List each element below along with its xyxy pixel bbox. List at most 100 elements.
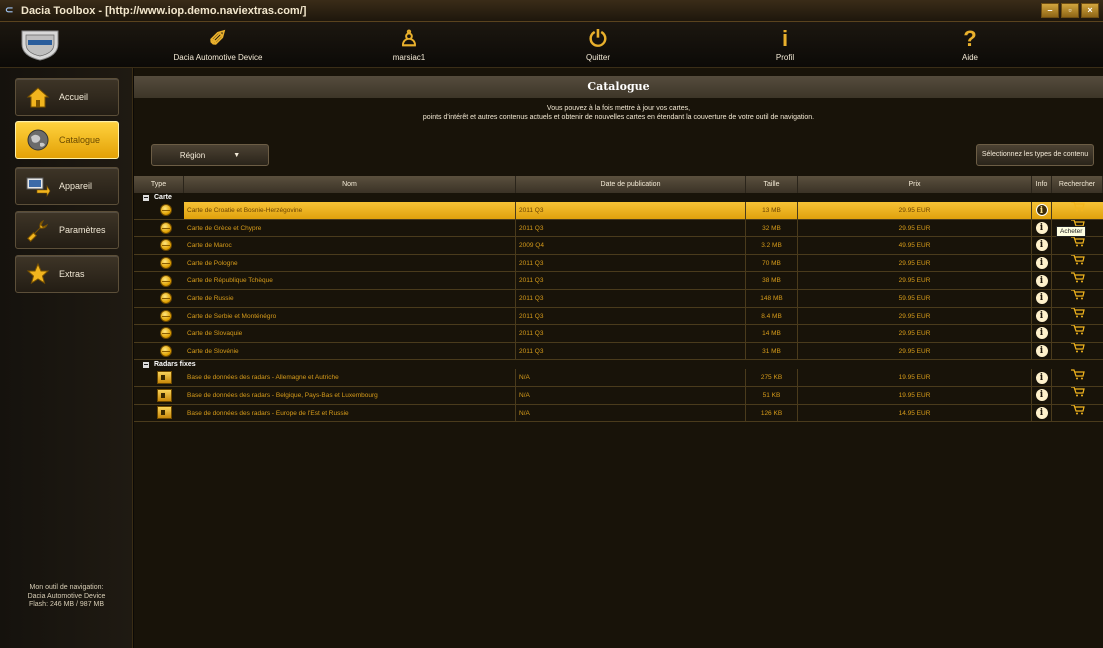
size-cell: 275 KB — [746, 369, 798, 386]
info-icon[interactable]: i — [1035, 292, 1048, 305]
info-icon[interactable]: i — [1035, 371, 1048, 384]
table-row[interactable]: Carte de Croatie et Bosnie-Herzégovine 20… — [134, 202, 1103, 220]
group-label: Carte — [154, 194, 172, 201]
price-cell: 49.95 EUR — [798, 237, 1032, 254]
column-header[interactable]: Prix — [798, 176, 1032, 193]
cart-icon[interactable] — [1070, 325, 1085, 342]
cart-icon[interactable] — [1070, 342, 1085, 360]
info-icon[interactable]: i — [1035, 345, 1048, 358]
window-title: Dacia Toolbox - [http://www.iop.demo.nav… — [21, 4, 307, 17]
info-icon[interactable]: i — [1035, 389, 1048, 402]
catalogue-table: Type Nom Date de publication Taille Prix… — [134, 176, 1103, 423]
table-row[interactable]: Carte de Russie 2011 Q3 148 MB 59.95 EUR i — [134, 289, 1103, 308]
content-type-button[interactable]: Sélectionnez les types de contenu — [976, 144, 1094, 166]
date-cell: 2011 Q3 — [516, 254, 746, 272]
info-icon[interactable]: i — [1035, 239, 1048, 252]
speed-camera-icon — [157, 406, 172, 420]
device-icon: ✐ — [208, 26, 228, 51]
info-cell: i — [1032, 325, 1052, 342]
sidebar-item-extras[interactable]: Extras — [15, 255, 119, 293]
column-header[interactable]: Type — [134, 176, 184, 193]
date-cell: 2011 Q3 — [516, 307, 746, 325]
cart-cell — [1052, 325, 1103, 342]
sidebar-item-parametres[interactable]: Paramètres — [15, 211, 119, 249]
table-row[interactable]: Carte de République Tchèque 2011 Q3 38 MB 2… — [134, 272, 1103, 290]
table-row[interactable]: Base de données des radars - Belgique, P… — [134, 386, 1103, 405]
maximize-button[interactable]: ▫ — [1061, 3, 1079, 18]
date-cell: N/A — [516, 386, 746, 404]
type-cell — [134, 308, 184, 325]
type-cell — [134, 237, 184, 254]
date-cell: 2011 Q3 — [516, 219, 746, 237]
column-header[interactable]: Rechercher — [1052, 176, 1103, 193]
type-cell — [134, 255, 184, 272]
date-cell: 2011 Q3 — [516, 272, 746, 289]
map-globe-icon — [160, 345, 172, 358]
cart-cell — [1052, 386, 1103, 404]
column-header[interactable]: Taille — [746, 176, 798, 193]
info-icon[interactable]: i — [1035, 204, 1048, 217]
column-header[interactable]: Date de publication — [516, 176, 746, 193]
close-button[interactable]: × — [1081, 3, 1099, 18]
type-cell — [134, 343, 184, 360]
map-globe-icon — [160, 204, 172, 217]
price-cell: 29.95 EUR — [798, 307, 1032, 325]
cart-cell — [1052, 404, 1103, 422]
price-cell: 29.95 EUR — [798, 325, 1032, 342]
column-header[interactable]: Info — [1032, 176, 1052, 193]
date-cell: 2011 Q3 — [516, 342, 746, 360]
minimize-button[interactable]: – — [1041, 3, 1059, 18]
cart-icon[interactable] — [1070, 237, 1085, 254]
sidebar-item-catalogue[interactable]: Catalogue — [15, 121, 119, 159]
app-icon: ⊂ — [5, 4, 14, 16]
sidebar-item-accueil[interactable]: Accueil — [15, 78, 119, 116]
cart-cell — [1052, 307, 1103, 325]
table-row[interactable]: Carte de Pologne 2011 Q3 70 MB 29.95 EUR i — [134, 254, 1103, 273]
region-dropdown[interactable]: Région ▼ — [151, 144, 269, 166]
info-icon[interactable]: i — [1035, 221, 1048, 234]
toolbar-help[interactable]: ? Aide — [915, 24, 1025, 62]
toolbar-device[interactable]: ✐ Dacia Automotive Device — [163, 24, 273, 62]
name-cell: Carte de République Tchèque — [184, 272, 516, 289]
table-row[interactable]: Base de données des radars - Allemagne e… — [134, 369, 1103, 387]
table-row[interactable]: Carte de Grèce et Chypre 2011 Q3 32 MB 29.9… — [134, 219, 1103, 238]
type-cell — [134, 272, 184, 289]
info-cell: i — [1032, 307, 1052, 325]
cart-icon[interactable] — [1070, 254, 1085, 272]
info-cell: i — [1032, 254, 1052, 272]
cart-cell — [1052, 342, 1103, 360]
group-header[interactable]: Radars fixes — [134, 360, 1103, 369]
dacia-logo — [21, 30, 59, 61]
sidebar-item-appareil[interactable]: Appareil — [15, 167, 119, 205]
cart-icon[interactable] — [1070, 404, 1085, 422]
group-header[interactable]: Carte — [134, 193, 1103, 202]
info-icon[interactable]: i — [1035, 274, 1048, 287]
wrench-icon — [23, 217, 53, 243]
name-cell: Carte de Russie — [184, 289, 516, 307]
table-row[interactable]: Carte de Maroc 2009 Q4 3.2 MB 49.95 EUR i — [134, 237, 1103, 255]
cart-icon[interactable] — [1070, 369, 1085, 386]
collapse-icon[interactable] — [143, 361, 149, 368]
toolbar-user[interactable]: ♙ marsiac1 — [354, 24, 464, 62]
column-header[interactable]: Nom — [184, 176, 516, 193]
info-icon[interactable]: i — [1035, 309, 1048, 322]
toolbar-profile[interactable]: i Profil — [730, 24, 840, 62]
cart-icon[interactable] — [1070, 289, 1085, 307]
cart-icon[interactable] — [1070, 307, 1085, 325]
size-cell: 8.4 MB — [746, 307, 798, 325]
cart-icon[interactable] — [1070, 386, 1085, 404]
table-row[interactable]: Carte de Slovaquie 2011 Q3 14 MB 29.95 EUR i — [134, 325, 1103, 343]
table-row[interactable]: Base de données des radars - Europe de l… — [134, 404, 1103, 423]
size-cell: 3.2 MB — [746, 237, 798, 254]
info-icon[interactable]: i — [1035, 327, 1048, 340]
info-icon[interactable]: i — [1035, 257, 1048, 270]
map-globe-icon — [160, 292, 172, 305]
table-row[interactable]: Carte de Serbie et Monténégro 2011 Q3 8.4 … — [134, 307, 1103, 326]
collapse-icon[interactable] — [143, 194, 149, 201]
info-icon[interactable]: i — [1035, 406, 1048, 419]
cart-icon[interactable] — [1070, 272, 1085, 289]
cart-icon[interactable] — [1070, 202, 1085, 219]
toolbar-quit[interactable]: ⏻ Quitter — [543, 24, 653, 62]
table-row[interactable]: Carte de Slovénie 2011 Q3 31 MB 29.95 EUR i — [134, 342, 1103, 361]
table-header: Type Nom Date de publication Taille Prix… — [134, 176, 1103, 193]
